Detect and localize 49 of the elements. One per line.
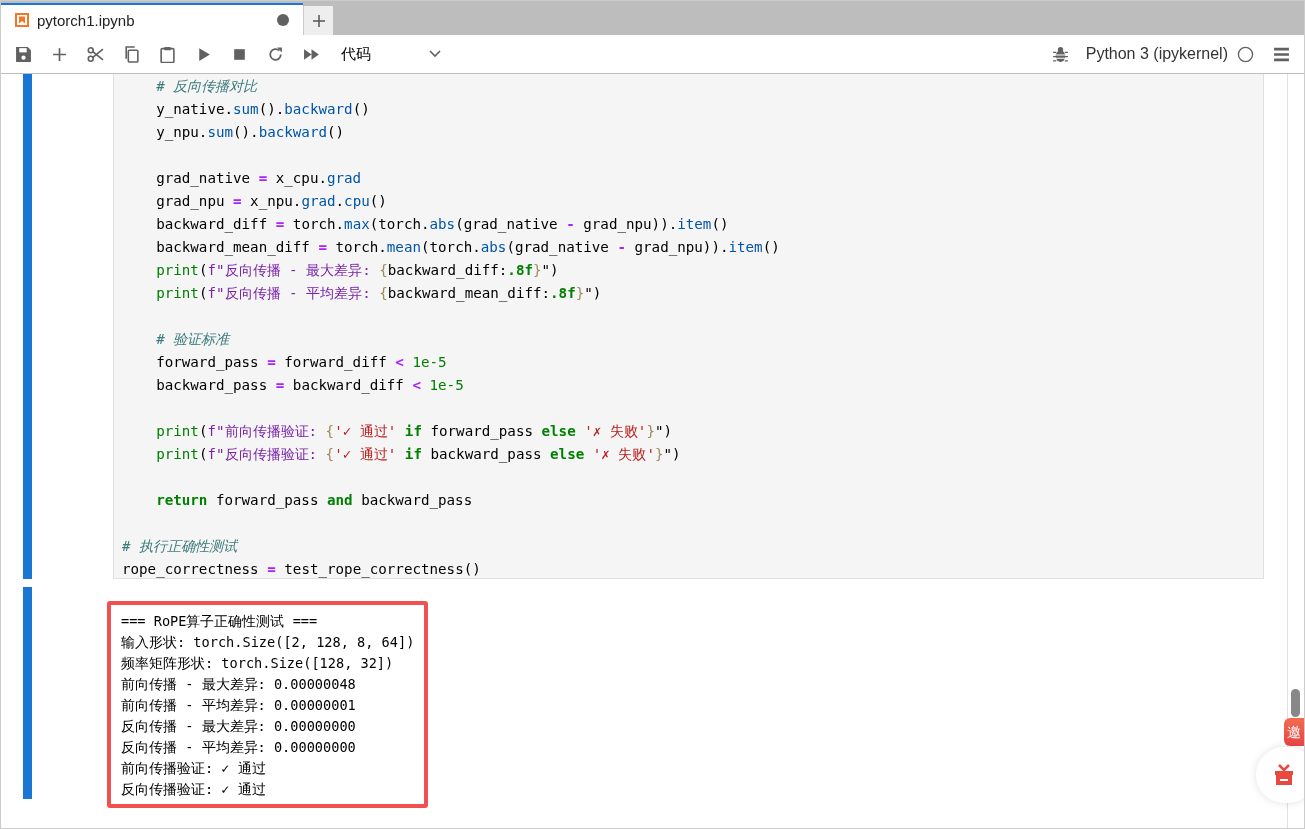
output-line: 频率矩阵形状: torch.Size([128, 32]) [121, 654, 395, 673]
code-line: print(f"反向传播验证: {'✓ 通过' if backward_pass else '✗ 失败'}") [156, 445, 681, 465]
code-line: grad_native = x_cpu.grad [156, 169, 362, 189]
code-line: print(f"反向传播 - 最大差异: {backward_diff:.8f}") [156, 261, 559, 281]
kernel-name[interactable]: Python 3 (ipykernel) [1085, 45, 1228, 63]
code-line: y_native.sum().backward() [156, 100, 370, 120]
output-line: 前向传播 - 平均差异: 0.00000001 [121, 696, 357, 715]
output-line: 反向传播 - 平均差异: 0.00000000 [121, 738, 357, 757]
cell-collapser[interactable] [23, 74, 32, 579]
code-line: rope_correctness = test_rope_correctness() [122, 560, 481, 580]
copy-icon[interactable] [123, 45, 140, 63]
scissors-icon[interactable] [87, 45, 104, 63]
code-line: # 反向传播对比 [156, 77, 258, 96]
notebook-tab[interactable]: pytorch1.ipynb [1, 3, 303, 35]
caret-icon [429, 50, 441, 58]
code-line: backward_mean_diff = torch.mean(torch.abs(grad_native - grad_npu)).item() [156, 238, 780, 258]
bug-icon[interactable] [1051, 45, 1069, 63]
output-line: 前向传播 - 最大差异: 0.00000048 [121, 675, 357, 694]
output-line: 输入形状: torch.Size([2, 128, 8, 64]) [121, 633, 415, 652]
code-line: print(f"反向传播 - 平均差异: {backward_mean_diff:.8f}") [156, 284, 602, 304]
output-line: 前向传播验证: ✓ 通过 [121, 759, 267, 778]
code-line: # 执行正确性测试 [122, 537, 238, 556]
output-line: 反向传播 - 最大差异: 0.00000000 [121, 717, 357, 736]
plus-icon [311, 13, 326, 28]
gift-button[interactable] [1256, 747, 1304, 803]
plus-icon[interactable] [51, 45, 68, 63]
unsaved-dot-icon[interactable] [277, 14, 289, 26]
code-line: backward_pass = backward_diff < 1e-5 [156, 376, 464, 396]
output-line: 反向传播验证: ✓ 通过 [121, 780, 267, 799]
notebook-icon [15, 13, 29, 27]
code-line: # 验证标准 [156, 330, 230, 349]
code-line: backward_diff = torch.max(torch.abs(grad_native - grad_npu)).item() [156, 215, 729, 235]
tab-title: pytorch1.ipynb [37, 11, 136, 29]
code-line: y_npu.sum().backward() [156, 123, 345, 143]
output-line: === RoPE算子正确性测试 === [121, 612, 319, 631]
clipboard-icon[interactable] [159, 45, 176, 63]
code-line: print(f"前向传播验证: {'✓ 通过' if forward_pass else '✗ 失败'}") [156, 422, 673, 442]
cell-type-dropdown[interactable]: 代码 [341, 44, 441, 64]
restart-icon[interactable] [267, 45, 284, 63]
new-tab-button[interactable] [303, 6, 333, 35]
code-line: return forward_pass and backward_pass [156, 491, 473, 511]
code-editor[interactable] [113, 74, 1264, 579]
code-line: grad_npu = x_npu.grad.cpu() [156, 192, 387, 212]
scrollbar-thumb[interactable] [1291, 689, 1300, 717]
code-line: forward_pass = forward_diff < 1e-5 [156, 353, 447, 373]
gift-icon [1272, 764, 1296, 786]
save-icon[interactable] [15, 45, 32, 63]
cell-collapser[interactable] [23, 587, 32, 799]
menu-icon[interactable] [1273, 45, 1290, 63]
